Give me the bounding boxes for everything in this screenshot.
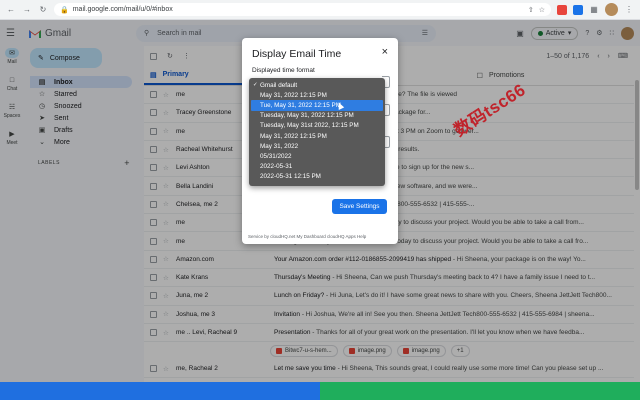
browser-profile-avatar[interactable]: [605, 3, 618, 16]
dropdown-option[interactable]: May 31, 2022: [251, 141, 383, 151]
time-format-label: Displayed time format: [252, 67, 315, 74]
more-vert-icon[interactable]: ⋮: [624, 5, 634, 15]
extension-icon[interactable]: [573, 4, 583, 15]
browser-toolbar: ← → ↻ 🔒 mail.google.com/mail/u/0/#inbox …: [0, 0, 640, 20]
time-format-dropdown: Gmail defaultMay 31, 2022 12:15 PMTue, M…: [249, 78, 385, 186]
dropdown-option[interactable]: Tue, May 31, 2022 12:15 PM: [251, 100, 383, 111]
address-bar[interactable]: 🔒 mail.google.com/mail/u/0/#inbox ⇧ ☆: [54, 3, 551, 16]
background-band-right: [320, 382, 640, 400]
dropdown-option[interactable]: Tuesday, May 31st 2022, 12:15 PM: [251, 121, 383, 131]
extension-icon[interactable]: [557, 4, 567, 15]
address-bar-actions: ⇧ ☆: [528, 6, 545, 14]
background-band-left: [0, 382, 320, 400]
dropdown-option[interactable]: Gmail default: [251, 80, 383, 90]
bookmark-star-icon[interactable]: ☆: [539, 6, 545, 14]
share-icon[interactable]: ⇧: [528, 6, 534, 14]
back-icon[interactable]: ←: [6, 5, 16, 15]
url-text: mail.google.com/mail/u/0/#inbox: [72, 6, 173, 13]
reload-icon[interactable]: ↻: [38, 5, 48, 15]
dropdown-option[interactable]: 2022-05-31: [251, 162, 383, 172]
close-icon[interactable]: ×: [382, 46, 388, 58]
forward-icon[interactable]: →: [22, 5, 32, 15]
puzzle-icon[interactable]: ▦: [589, 5, 599, 15]
lock-icon: 🔒: [60, 6, 69, 14]
save-settings-button[interactable]: Save Settings: [332, 199, 387, 214]
dialog-title: Display Email Time: [252, 48, 342, 60]
dropdown-option[interactable]: May 31, 2022 12:15 PM: [251, 90, 383, 100]
dialog-footer: Service by cloudHQ.net My Dashboard clou…: [248, 234, 367, 239]
dropdown-option[interactable]: 05/31/2022: [251, 151, 383, 161]
dropdown-option[interactable]: Tuesday, May 31, 2022 12:15 PM: [251, 111, 383, 121]
dropdown-option[interactable]: 2022-05-31 12:15 PM: [251, 172, 383, 182]
dropdown-option[interactable]: May 31, 2022 12:15 PM: [251, 131, 383, 141]
